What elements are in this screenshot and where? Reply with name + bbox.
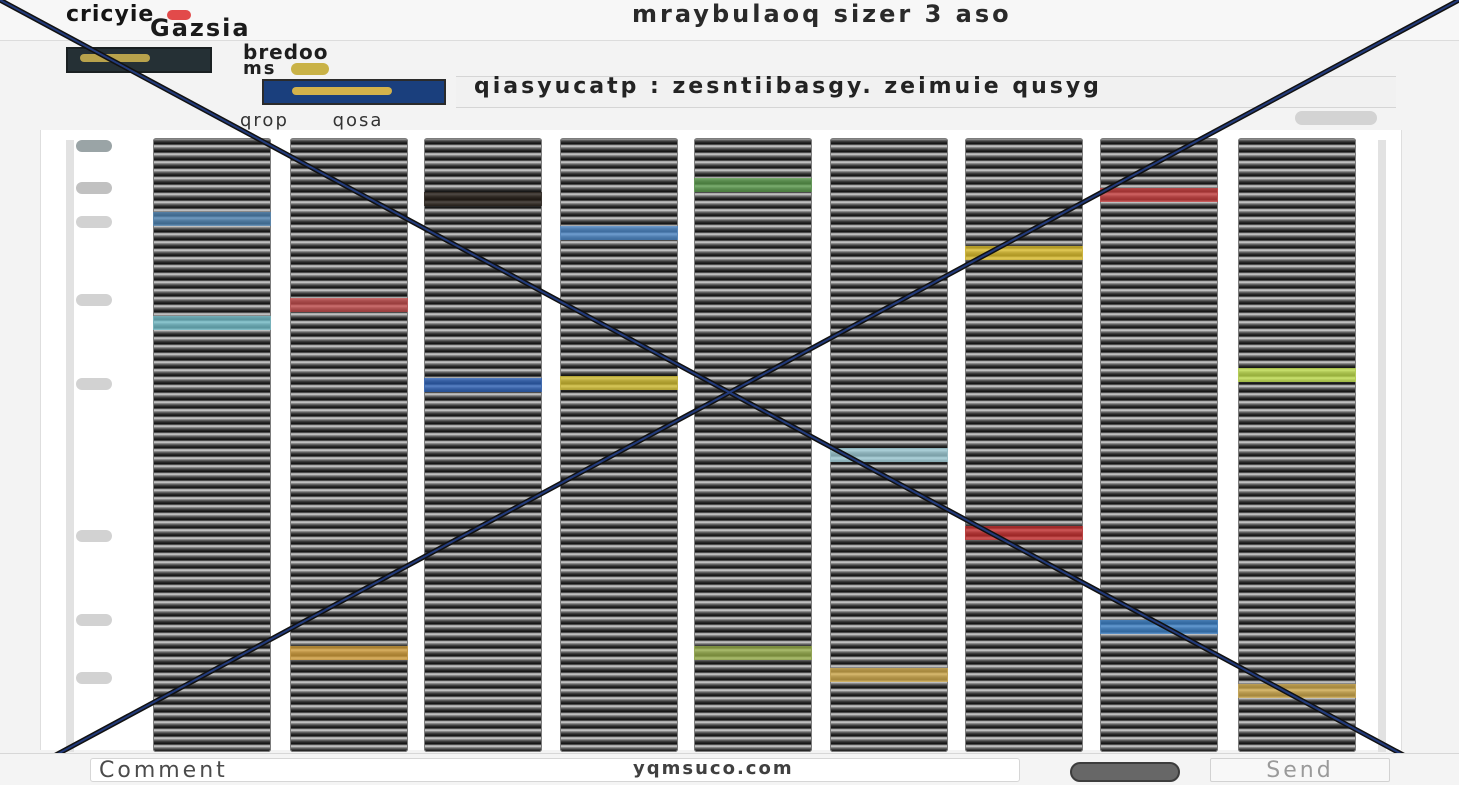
rail-marker-1 [76,140,112,152]
rail-marker-6 [76,530,112,542]
rail-marker-4 [76,294,112,306]
comment-input[interactable] [90,758,1020,782]
gallery-column-7[interactable] [965,138,1083,752]
gallery-column-8[interactable] [1100,138,1218,752]
rail-marker-5 [76,378,112,390]
rail-marker-8 [76,672,112,684]
badge-thumbnail [262,79,446,105]
page-title: mraybulaoq sizer 3 aso [632,0,1012,28]
tab-item-0[interactable]: qrop [240,110,289,131]
logo-tile-icon [66,47,212,73]
rail-marker-2 [76,182,112,194]
rail-marker-3 [76,216,112,228]
gallery-column-5[interactable] [694,138,812,752]
gallery-column-2[interactable] [290,138,408,752]
send-button[interactable]: Send [1210,758,1390,782]
left-rail [64,140,126,740]
rail-marker-7 [76,614,112,626]
right-scrollbar[interactable] [1378,140,1386,752]
counter-pill [1295,111,1377,125]
subtitle-text: qiasyucatp : zesntiibasgy. zeimuie qusyg [474,74,1102,99]
meta-text: ms [243,58,277,79]
gallery-column-1[interactable] [153,138,271,752]
site-label: Gazsia [150,14,251,42]
item-meta: ms [243,58,329,79]
tab-item-1[interactable]: qosa [333,110,384,131]
screenshot-page: cricyie Gazsia mraybulaoq sizer 3 aso br… [0,0,1459,785]
gallery-column-4[interactable] [560,138,678,752]
gallery-column-3[interactable] [424,138,542,752]
gold-pill-icon [290,63,329,75]
gallery-column-6[interactable] [830,138,948,752]
gallery-column-9[interactable] [1238,138,1356,752]
brand-text: cricyie [66,2,155,27]
tab-row: qrop qosa [240,110,383,131]
send-icon[interactable] [1070,762,1180,782]
